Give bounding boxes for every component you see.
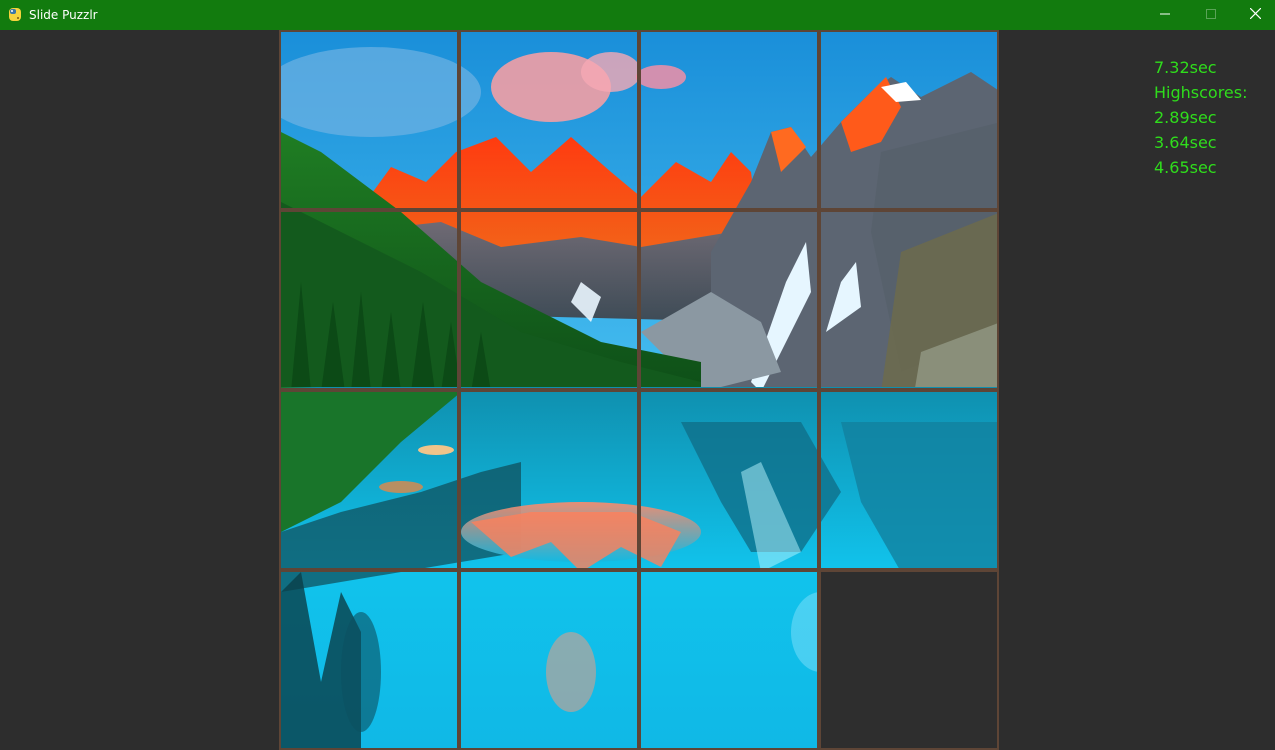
puzzle-tile[interactable] [641,32,817,208]
puzzle-tile[interactable] [461,32,637,208]
puzzle-tile[interactable] [281,32,457,208]
title-bar[interactable]: Slide Puzzlr [0,0,1275,30]
python-icon [8,7,22,22]
puzzle-tile[interactable] [821,392,997,568]
puzzle-tile[interactable] [461,392,637,568]
score-panel: 7.32sec Highscores: 2.89sec 3.64sec 4.65… [1154,55,1248,180]
highscore-1: 2.89sec [1154,108,1217,127]
window-title: Slide Puzzlr [29,8,98,22]
minimize-button[interactable] [1142,0,1188,30]
minimize-icon [1160,6,1170,24]
puzzle-tile[interactable] [641,392,817,568]
close-icon [1249,6,1261,24]
current-time: 7.32sec [1154,58,1217,77]
close-button[interactable] [1232,0,1275,30]
maximize-icon [1206,6,1216,24]
puzzle-tile[interactable] [641,572,817,748]
maximize-button[interactable] [1188,0,1234,30]
puzzle-tile[interactable] [821,212,997,388]
empty-slot[interactable] [821,572,997,748]
highscore-2: 3.64sec [1154,133,1217,152]
puzzle-tile[interactable] [281,392,457,568]
puzzle-tile[interactable] [461,212,637,388]
puzzle-tile[interactable] [281,572,457,748]
puzzle-board [279,30,999,750]
puzzle-tile[interactable] [821,32,997,208]
puzzle-tile[interactable] [281,212,457,388]
app-window: Slide Puzzlr 7.32sec Highscores: 2.89sec… [0,0,1275,750]
puzzle-tile[interactable] [461,572,637,748]
puzzle-tile[interactable] [641,212,817,388]
highscore-3: 4.65sec [1154,158,1217,177]
highscores-label: Highscores: [1154,83,1248,102]
